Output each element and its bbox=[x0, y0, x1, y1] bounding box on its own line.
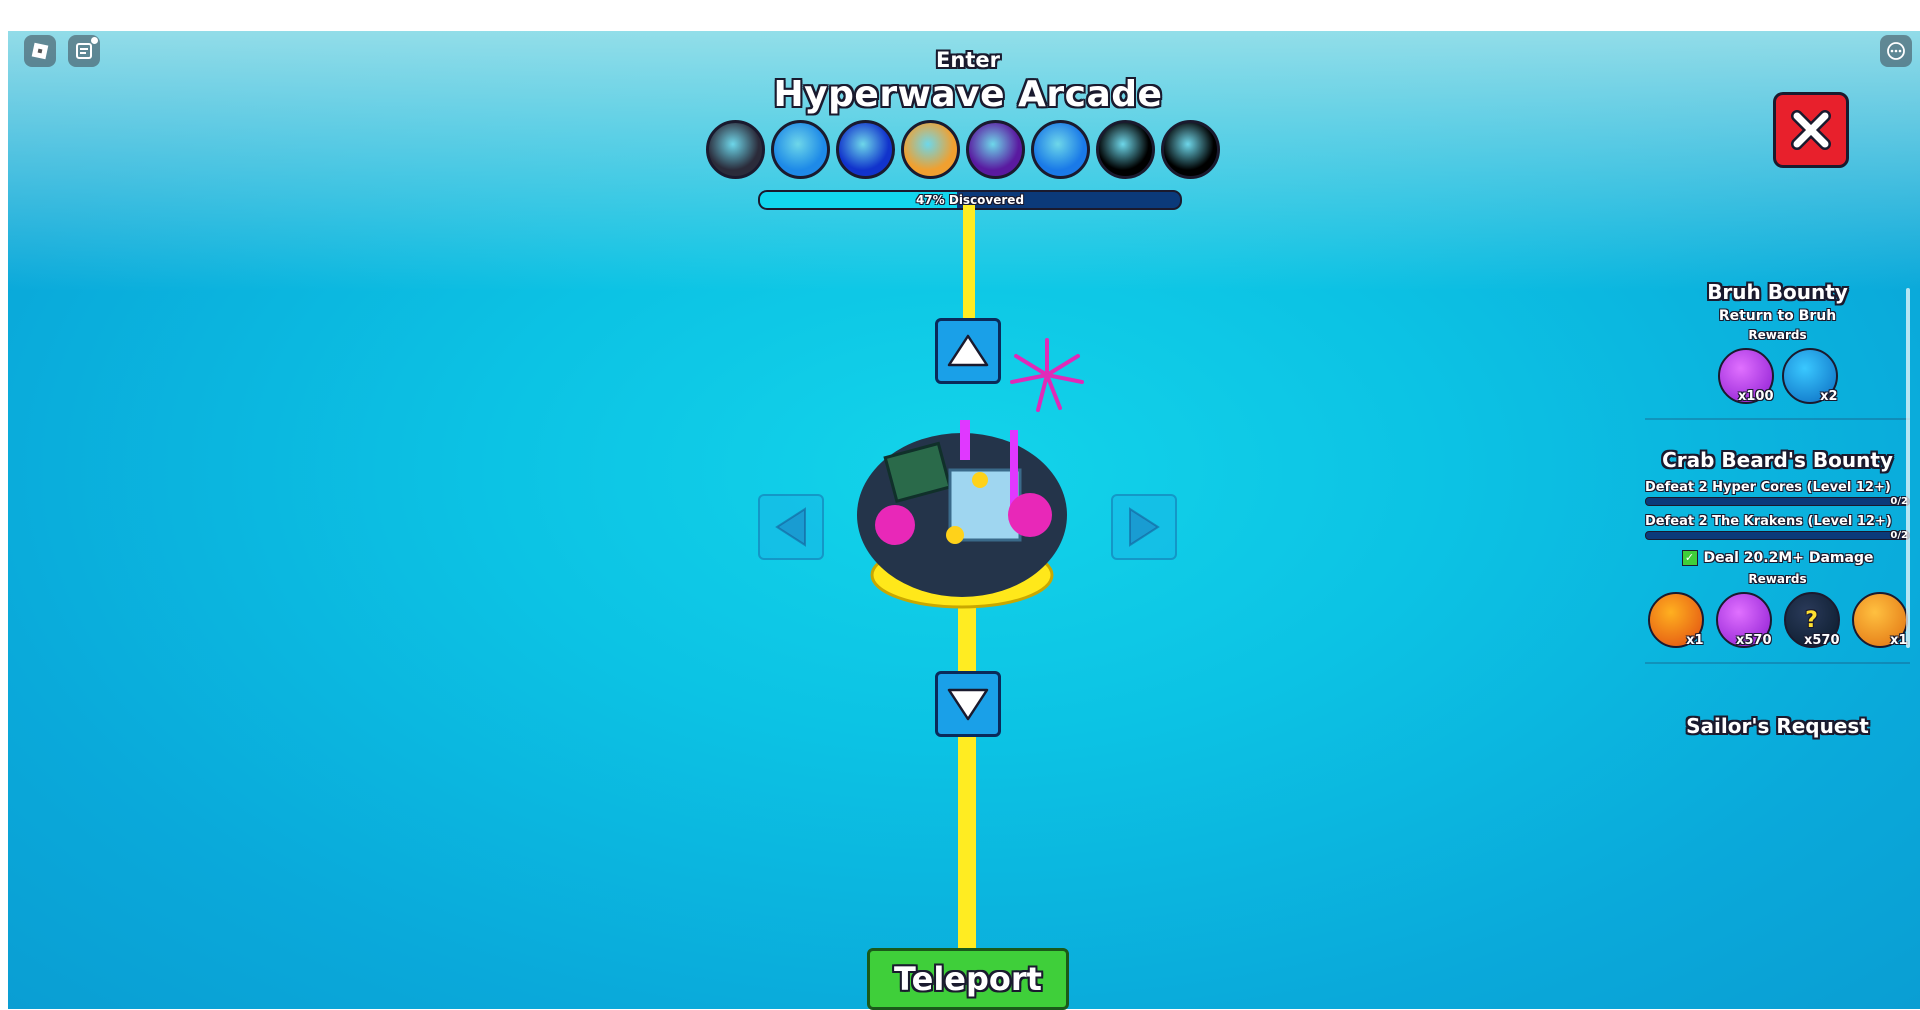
orange-pet-icon bbox=[901, 120, 960, 179]
reward-count: x2 bbox=[1820, 389, 1838, 404]
rewards-label: Rewards bbox=[1748, 328, 1807, 342]
checkmark-icon: ✓ bbox=[1681, 550, 1698, 566]
reward-count: x1 bbox=[1890, 633, 1908, 648]
track-upper bbox=[963, 205, 975, 325]
close-button[interactable] bbox=[1773, 92, 1849, 168]
rainbow-pet-icon bbox=[1031, 120, 1090, 179]
nav-left-button[interactable] bbox=[758, 494, 824, 560]
flower-egg-icon: x1 bbox=[1647, 592, 1704, 648]
teleport-button[interactable]: Teleport bbox=[867, 948, 1069, 1010]
reward-count: x1 bbox=[1686, 633, 1704, 648]
purple-pet-icon bbox=[966, 120, 1025, 179]
locked-pet-icon bbox=[1096, 120, 1155, 179]
nav-up-button[interactable] bbox=[935, 318, 1001, 384]
gem-icon: x100 bbox=[1717, 348, 1774, 404]
reward-count: x570 bbox=[1735, 633, 1772, 648]
quest-title: Crab Beard's Bounty bbox=[1662, 448, 1893, 472]
notification-dot bbox=[91, 37, 98, 44]
quest-title: Sailor's Request bbox=[1686, 714, 1869, 738]
task-text: Defeat 2 The Krakens (Level 12+) bbox=[1645, 514, 1892, 529]
blue-cat-pet-icon bbox=[771, 120, 830, 179]
arcade-island bbox=[855, 410, 1070, 615]
locked-pet-icon bbox=[1161, 120, 1220, 179]
quest-scrollbar[interactable] bbox=[1906, 288, 1910, 648]
nav-right-button[interactable] bbox=[1111, 494, 1177, 560]
close-icon bbox=[1791, 110, 1831, 150]
divider bbox=[1645, 418, 1910, 420]
task-progress-bar bbox=[1645, 497, 1910, 506]
quest-subtitle: Return to Bruh bbox=[1718, 308, 1837, 324]
track-lower bbox=[958, 580, 976, 950]
potion-icon: x2 bbox=[1781, 348, 1838, 404]
quest-task: Defeat 2 The Krakens (Level 12+) 0/2 bbox=[1645, 514, 1910, 541]
quest-panel: Bruh Bounty Return to Bruh Rewards x100 … bbox=[1645, 280, 1910, 790]
reward-count: x100 bbox=[1737, 389, 1774, 404]
quest-task: Defeat 2 Hyper Cores (Level 12+) 0/2 bbox=[1645, 480, 1910, 507]
arrow-down-icon bbox=[947, 688, 989, 721]
orange-egg-icon: x1 bbox=[1851, 592, 1908, 648]
arrow-right-icon bbox=[1129, 507, 1160, 547]
reward-row: x1 x570 ? x570 x1 bbox=[1645, 592, 1910, 648]
rewards-label: Rewards bbox=[1748, 572, 1807, 586]
divider bbox=[1645, 662, 1910, 664]
enter-label: Enter bbox=[936, 48, 1000, 72]
glitch-pet-icon bbox=[836, 120, 895, 179]
reward-count: x570 bbox=[1803, 633, 1840, 648]
gem-icon: x570 bbox=[1715, 592, 1772, 648]
mystery-icon: ? x570 bbox=[1783, 592, 1840, 648]
area-title: Hyperwave Arcade bbox=[773, 74, 1163, 115]
arrow-left-icon bbox=[775, 507, 806, 547]
palm-tree bbox=[1010, 338, 1084, 412]
reward-row: x100 x2 bbox=[1645, 348, 1910, 404]
completed-task: ✓ Deal 20.2M+ Damage bbox=[1645, 550, 1910, 566]
quest-title: Bruh Bounty bbox=[1707, 280, 1848, 304]
pet-collection-row bbox=[706, 120, 1220, 179]
task-text: Defeat 2 Hyper Cores (Level 12+) bbox=[1645, 480, 1891, 495]
panda-pet-icon bbox=[706, 120, 765, 179]
arrow-up-icon bbox=[947, 334, 989, 367]
nav-down-button[interactable] bbox=[935, 671, 1001, 737]
task-progress-bar bbox=[1645, 531, 1910, 540]
task-text: Deal 20.2M+ Damage bbox=[1703, 550, 1874, 566]
